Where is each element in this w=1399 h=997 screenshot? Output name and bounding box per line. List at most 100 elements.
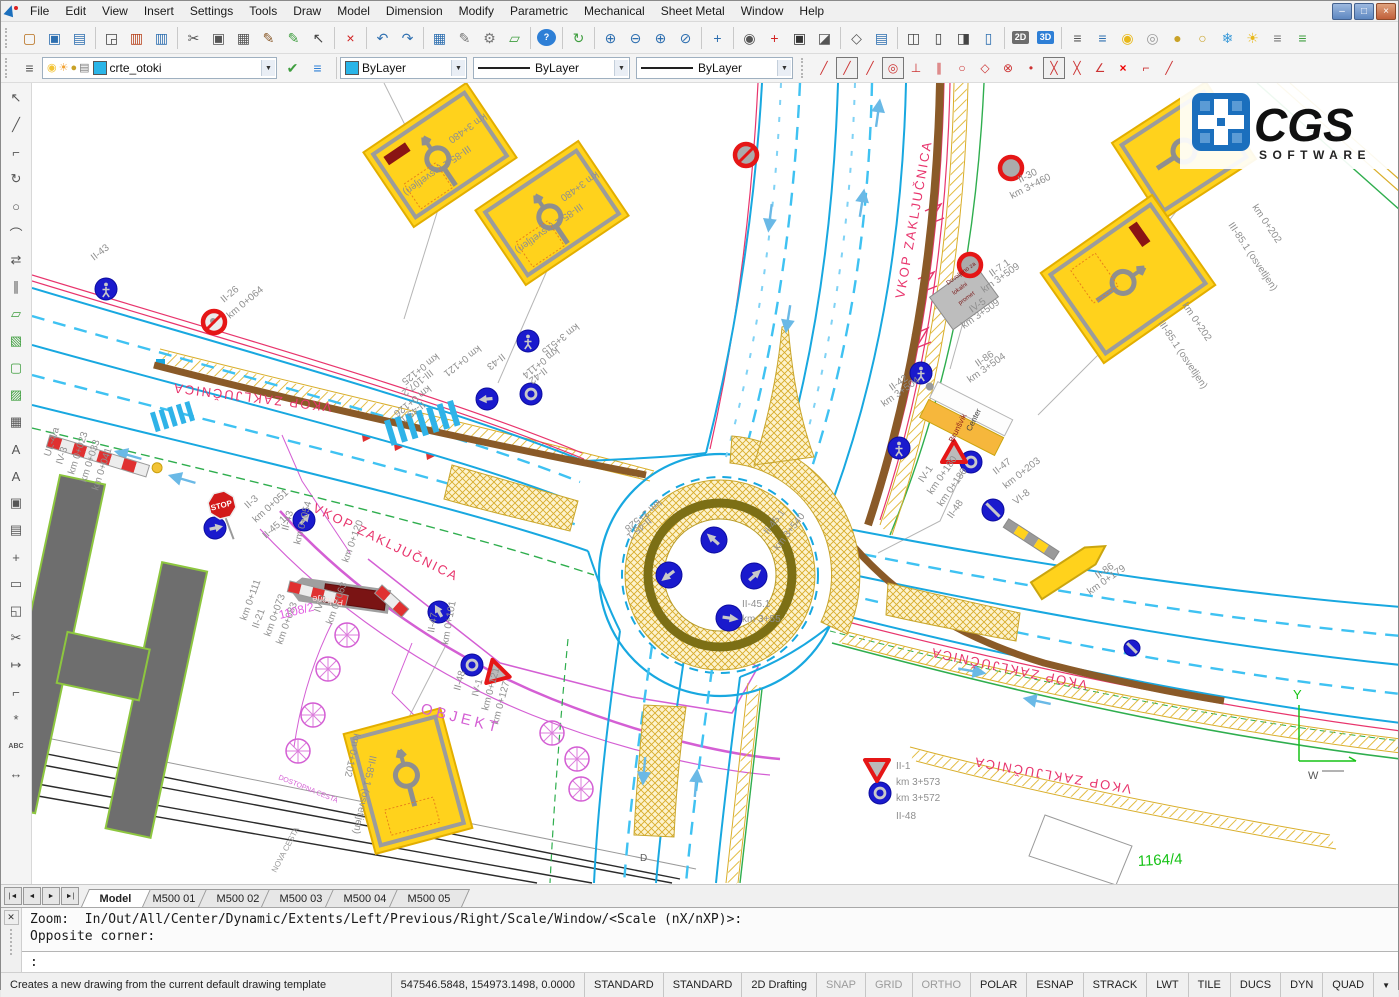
toggle-strack[interactable]: STRACK [1084,973,1148,997]
menu-parametric[interactable]: Parametric [502,2,576,20]
snap-tangent-button[interactable]: ○ [951,57,973,79]
close-icon[interactable]: ✕ [4,910,19,925]
toggle-esnap[interactable]: ESNAP [1027,973,1083,997]
menu-sheet-metal[interactable]: Sheet Metal [653,2,733,20]
annotate-tool-button[interactable]: ABC [4,734,28,758]
match-properties-button[interactable]: ✎ [256,25,281,50]
menu-view[interactable]: View [94,2,136,20]
layer-on-button[interactable]: ◉ [1115,25,1140,50]
sign-roundabout[interactable] [520,383,542,405]
help-button[interactable]: ? [534,25,559,50]
export-layout-button[interactable]: ▯ [976,25,1001,50]
new-layout-button[interactable]: ▯ [926,25,951,50]
region-tool-button[interactable]: ▧ [4,329,28,353]
property-painter-button[interactable]: ✎ [281,25,306,50]
render-button[interactable]: ◪ [812,25,837,50]
menu-draw[interactable]: Draw [285,2,329,20]
menu-settings[interactable]: Settings [182,2,241,20]
toggle-quad[interactable]: QUAD [1323,973,1374,997]
close-button[interactable]: × [1376,3,1396,20]
cut-button[interactable]: ✂ [181,25,206,50]
snap-disable-button[interactable]: ╳ [1043,57,1065,79]
tab-first-button[interactable]: |◄ [4,887,22,905]
print-preview-button[interactable]: ◲ [99,25,124,50]
polyline-tool-button[interactable]: ⌐ [4,140,28,164]
zoom-out-button[interactable]: ⊖ [623,25,648,50]
layer-sun-icon[interactable]: ☀ [59,63,69,74]
erase-button[interactable]: × [338,25,363,50]
layer-isolate-button[interactable]: ≡ [1265,25,1290,50]
menu-dimension[interactable]: Dimension [378,2,451,20]
open-drawing-button[interactable]: ▣ [42,25,67,50]
view-save-button[interactable]: ▤ [869,25,894,50]
edit-polyline-tool-button[interactable]: ▱ [4,302,28,326]
chevron-down-icon[interactable]: ▼ [261,60,275,76]
sign-roundabout[interactable] [869,782,891,804]
layers-manager-button[interactable]: ≡ [1065,25,1090,50]
layer-lock-icon[interactable]: ● [70,63,77,74]
sign-yield[interactable] [865,760,889,781]
settings-button[interactable]: ⚙ [477,25,502,50]
toggle-lwt[interactable]: LWT [1147,973,1188,997]
snap-parallel-button[interactable]: ∥ [928,57,950,79]
snap-quadrant-button[interactable]: ◇ [974,57,996,79]
toolbar-grip[interactable] [5,58,13,78]
sign-pedestrian[interactable] [517,330,539,352]
save-button[interactable]: ▤ [67,25,92,50]
tree[interactable] [335,623,359,647]
explode-tool-button[interactable]: * [4,707,28,731]
snap-node-button[interactable]: • [1020,57,1042,79]
tree[interactable] [565,747,589,771]
tree[interactable] [540,721,564,745]
dim-style-field[interactable]: STANDARD [664,973,743,997]
undo-button[interactable]: ↶ [370,25,395,50]
layer-unlock-button[interactable]: ○ [1190,25,1215,50]
line-tool-button[interactable]: ╱ [4,113,28,137]
minimize-button[interactable]: – [1332,3,1352,20]
tree[interactable] [286,739,310,763]
text-style-field[interactable]: STANDARD [585,973,664,997]
scale-tool-button[interactable]: ◱ [4,599,28,623]
menu-window[interactable]: Window [733,2,792,20]
layer-state-new-button[interactable]: ≡ [305,56,330,81]
sign-mandatory-direction[interactable] [202,515,228,541]
offset-tool-button[interactable]: ∥ [4,275,28,299]
layer-state-ok-button[interactable]: ✔ [280,56,305,81]
copy-button[interactable]: ▣ [206,25,231,50]
tree[interactable] [316,657,340,681]
snap-apparent-int-button[interactable]: ╳ [1066,57,1088,79]
snap-center-button[interactable]: ◎ [882,57,904,79]
toggle-snap[interactable]: SNAP [817,973,866,997]
tab-model[interactable]: Model [81,889,151,907]
array-tool-button[interactable]: ▤ [4,518,28,542]
circle-tool-button[interactable]: ○ [4,194,28,218]
stretch-tool-button[interactable]: ▭ [4,572,28,596]
zoom-extents-button[interactable]: ⊕ [648,25,673,50]
tab-last-button[interactable]: ►| [61,887,79,905]
tab-m500-05[interactable]: M500 05 [389,889,470,907]
command-input[interactable]: : [22,951,1398,972]
fillet-tool-button[interactable]: ⌐ [4,680,28,704]
sign-end-restriction[interactable] [1124,640,1140,656]
toolbar-grip[interactable] [801,58,809,78]
toggle-ducs[interactable]: DUCS [1231,973,1281,997]
menu-tools[interactable]: Tools [241,2,285,20]
layer-print-icon[interactable]: ▤ [79,63,89,74]
tree[interactable] [301,703,325,727]
layer-off-button[interactable]: ◎ [1140,25,1165,50]
table-tool-button[interactable]: ▦ [4,410,28,434]
snap-perpendicular-button[interactable]: ⊥ [905,57,927,79]
status-menu-arrow[interactable]: ▼ [1374,973,1398,997]
toggle-polar[interactable]: POLAR [971,973,1027,997]
snap-extension-button[interactable]: ∠ [1089,57,1111,79]
sign-end-restriction[interactable] [982,499,1004,521]
drawing-explorer-button[interactable]: ▦ [427,25,452,50]
drawing-canvas[interactable]: III-85.1 (osvetljen)km 3+480III-85.1 (os… [32,83,1398,884]
layer-restore-button[interactable]: ≡ [1290,25,1315,50]
new-drawing-button[interactable]: ▢ [17,25,42,50]
regen-button[interactable]: ↻ [566,25,591,50]
snap-nearest-button[interactable]: ╱ [813,57,835,79]
layer-thaw-button[interactable]: ☀ [1240,25,1265,50]
menu-modify[interactable]: Modify [451,2,502,20]
panel-grip[interactable] [10,929,12,955]
